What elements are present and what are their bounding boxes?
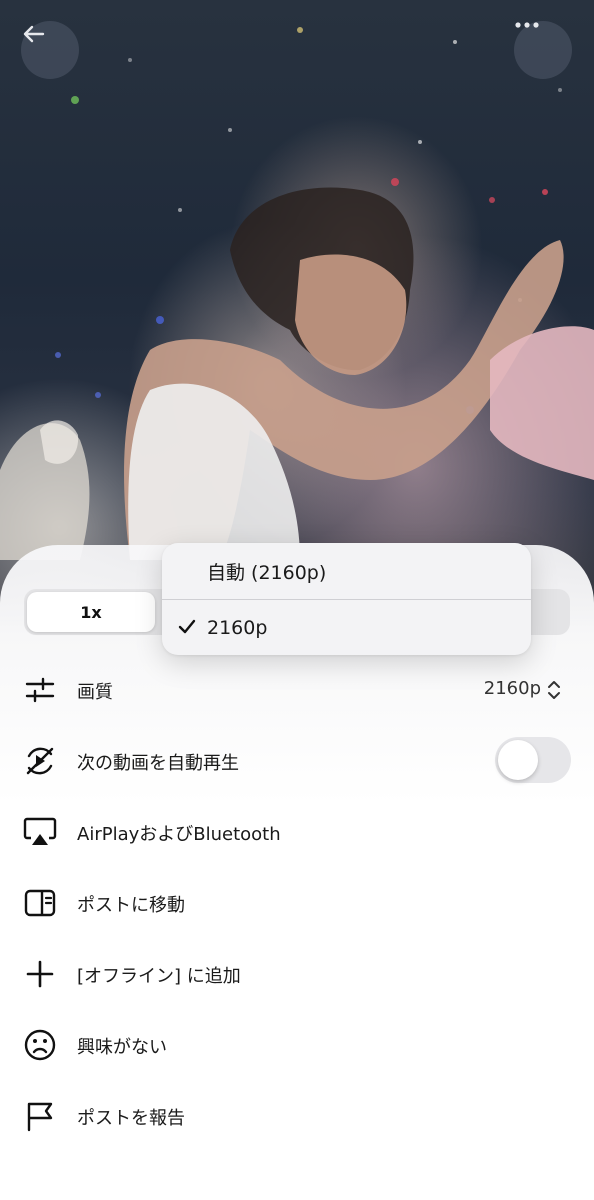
- report-row[interactable]: ポストを報告: [0, 1085, 594, 1145]
- quality-option-auto[interactable]: 自動 (2160p): [162, 543, 531, 599]
- not-interested-label: 興味がない: [77, 1037, 167, 1058]
- not-interested-row[interactable]: 興味がない: [0, 1014, 594, 1074]
- quality-value[interactable]: 2160p: [484, 678, 541, 699]
- quality-option-2160p[interactable]: 2160p: [162, 600, 531, 655]
- toggle-knob: [498, 740, 538, 780]
- quality-option-label: 自動 (2160p): [207, 561, 327, 584]
- airplay-icon: [22, 814, 58, 850]
- plus-icon: [22, 956, 58, 992]
- autoplay-row[interactable]: 次の動画を自動再生: [0, 730, 594, 790]
- video-scene: [0, 27, 594, 560]
- back-button[interactable]: [21, 21, 79, 79]
- ellipsis-icon: [515, 22, 539, 28]
- flag-icon: [22, 1098, 58, 1134]
- speed-option-label: 1x: [80, 602, 102, 622]
- add-offline-row[interactable]: [オフライン] に追加: [0, 943, 594, 1003]
- airplay-label: AirPlayおよびBluetooth: [77, 824, 281, 845]
- go-to-post-label: ポストに移動: [77, 895, 185, 916]
- video-frame[interactable]: [0, 0, 594, 620]
- quality-option-label: 2160p: [207, 617, 268, 639]
- more-options-button[interactable]: [514, 21, 572, 79]
- quality-row[interactable]: 画質 2160p: [0, 659, 594, 719]
- speed-option-1x[interactable]: 1x: [27, 592, 155, 632]
- go-to-post-row[interactable]: ポストに移動: [0, 872, 594, 932]
- quality-label: 画質: [77, 682, 113, 703]
- autoplay-toggle[interactable]: [495, 737, 571, 783]
- autoplay-label: 次の動画を自動再生: [77, 753, 239, 774]
- add-offline-label: [オフライン] に追加: [77, 966, 241, 987]
- panel-icon: [22, 885, 58, 921]
- airplay-row[interactable]: AirPlayおよびBluetooth: [0, 801, 594, 861]
- frown-icon: [22, 1027, 58, 1063]
- autoplay-off-icon: [22, 743, 58, 779]
- sliders-icon: [22, 672, 58, 708]
- arrow-left-icon: [23, 25, 45, 43]
- report-label: ポストを報告: [77, 1108, 185, 1129]
- checkmark-icon: [178, 619, 196, 634]
- quality-dropdown: 自動 (2160p) 2160p: [162, 543, 531, 655]
- chevron-updown-icon: [548, 681, 560, 699]
